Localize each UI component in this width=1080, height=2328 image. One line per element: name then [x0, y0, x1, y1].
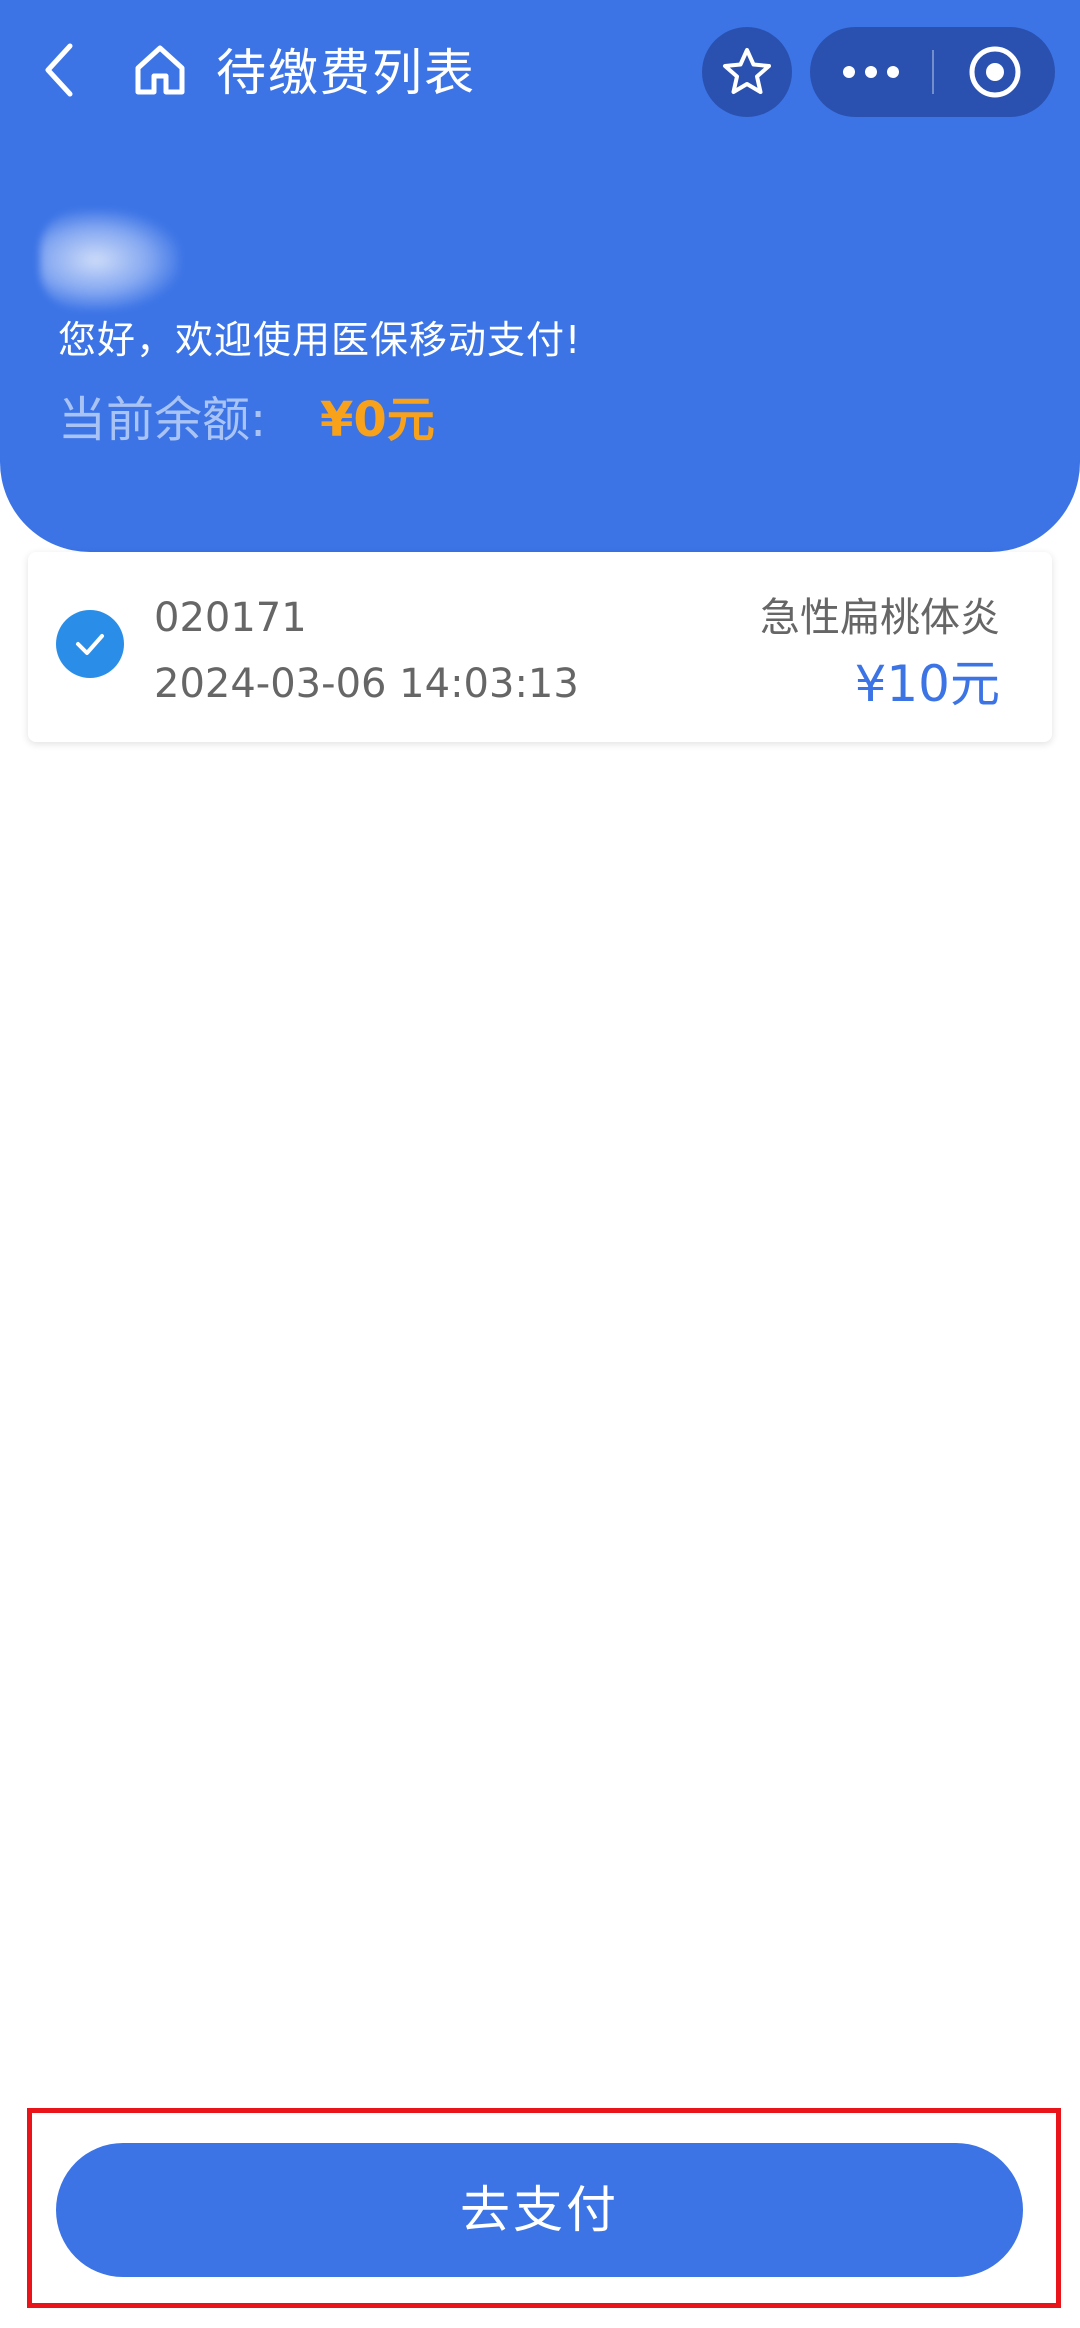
- star-icon: [723, 48, 771, 94]
- item-code: 020171: [154, 595, 307, 641]
- back-button[interactable]: [30, 30, 90, 110]
- mini-program-capsule: [810, 27, 1055, 117]
- close-mini-program-button[interactable]: [934, 27, 1055, 117]
- balance-label: 当前余额:: [58, 392, 267, 448]
- greeting-text: 您好，欢迎使用医保移动支付!: [58, 318, 582, 362]
- item-amount: ¥10元: [854, 655, 1000, 713]
- home-button[interactable]: [126, 36, 194, 104]
- list-item[interactable]: 020171 2024-03-06 14:03:13 急性扁桃体炎 ¥10元: [28, 552, 1052, 742]
- item-diagnosis: 急性扁桃体炎: [760, 595, 1000, 641]
- target-circle-icon: [969, 46, 1020, 98]
- avatar: [40, 210, 180, 310]
- header-banner: 待缴费列表 您好，欢迎使用医保移动支付! 当前余额: ¥0元: [0, 0, 1080, 552]
- favorite-button[interactable]: [702, 27, 792, 117]
- more-button[interactable]: [810, 27, 932, 117]
- item-checkbox[interactable]: [56, 610, 124, 678]
- balance-value: ¥0元: [320, 392, 435, 448]
- page-title: 待缴费列表: [216, 44, 476, 102]
- pay-button[interactable]: 去支付: [56, 2143, 1023, 2277]
- check-icon: [76, 634, 104, 655]
- home-icon: [135, 45, 185, 95]
- item-datetime: 2024-03-06 14:03:13: [154, 661, 579, 707]
- more-dots-icon: [838, 66, 904, 78]
- chevron-left-icon: [45, 43, 73, 97]
